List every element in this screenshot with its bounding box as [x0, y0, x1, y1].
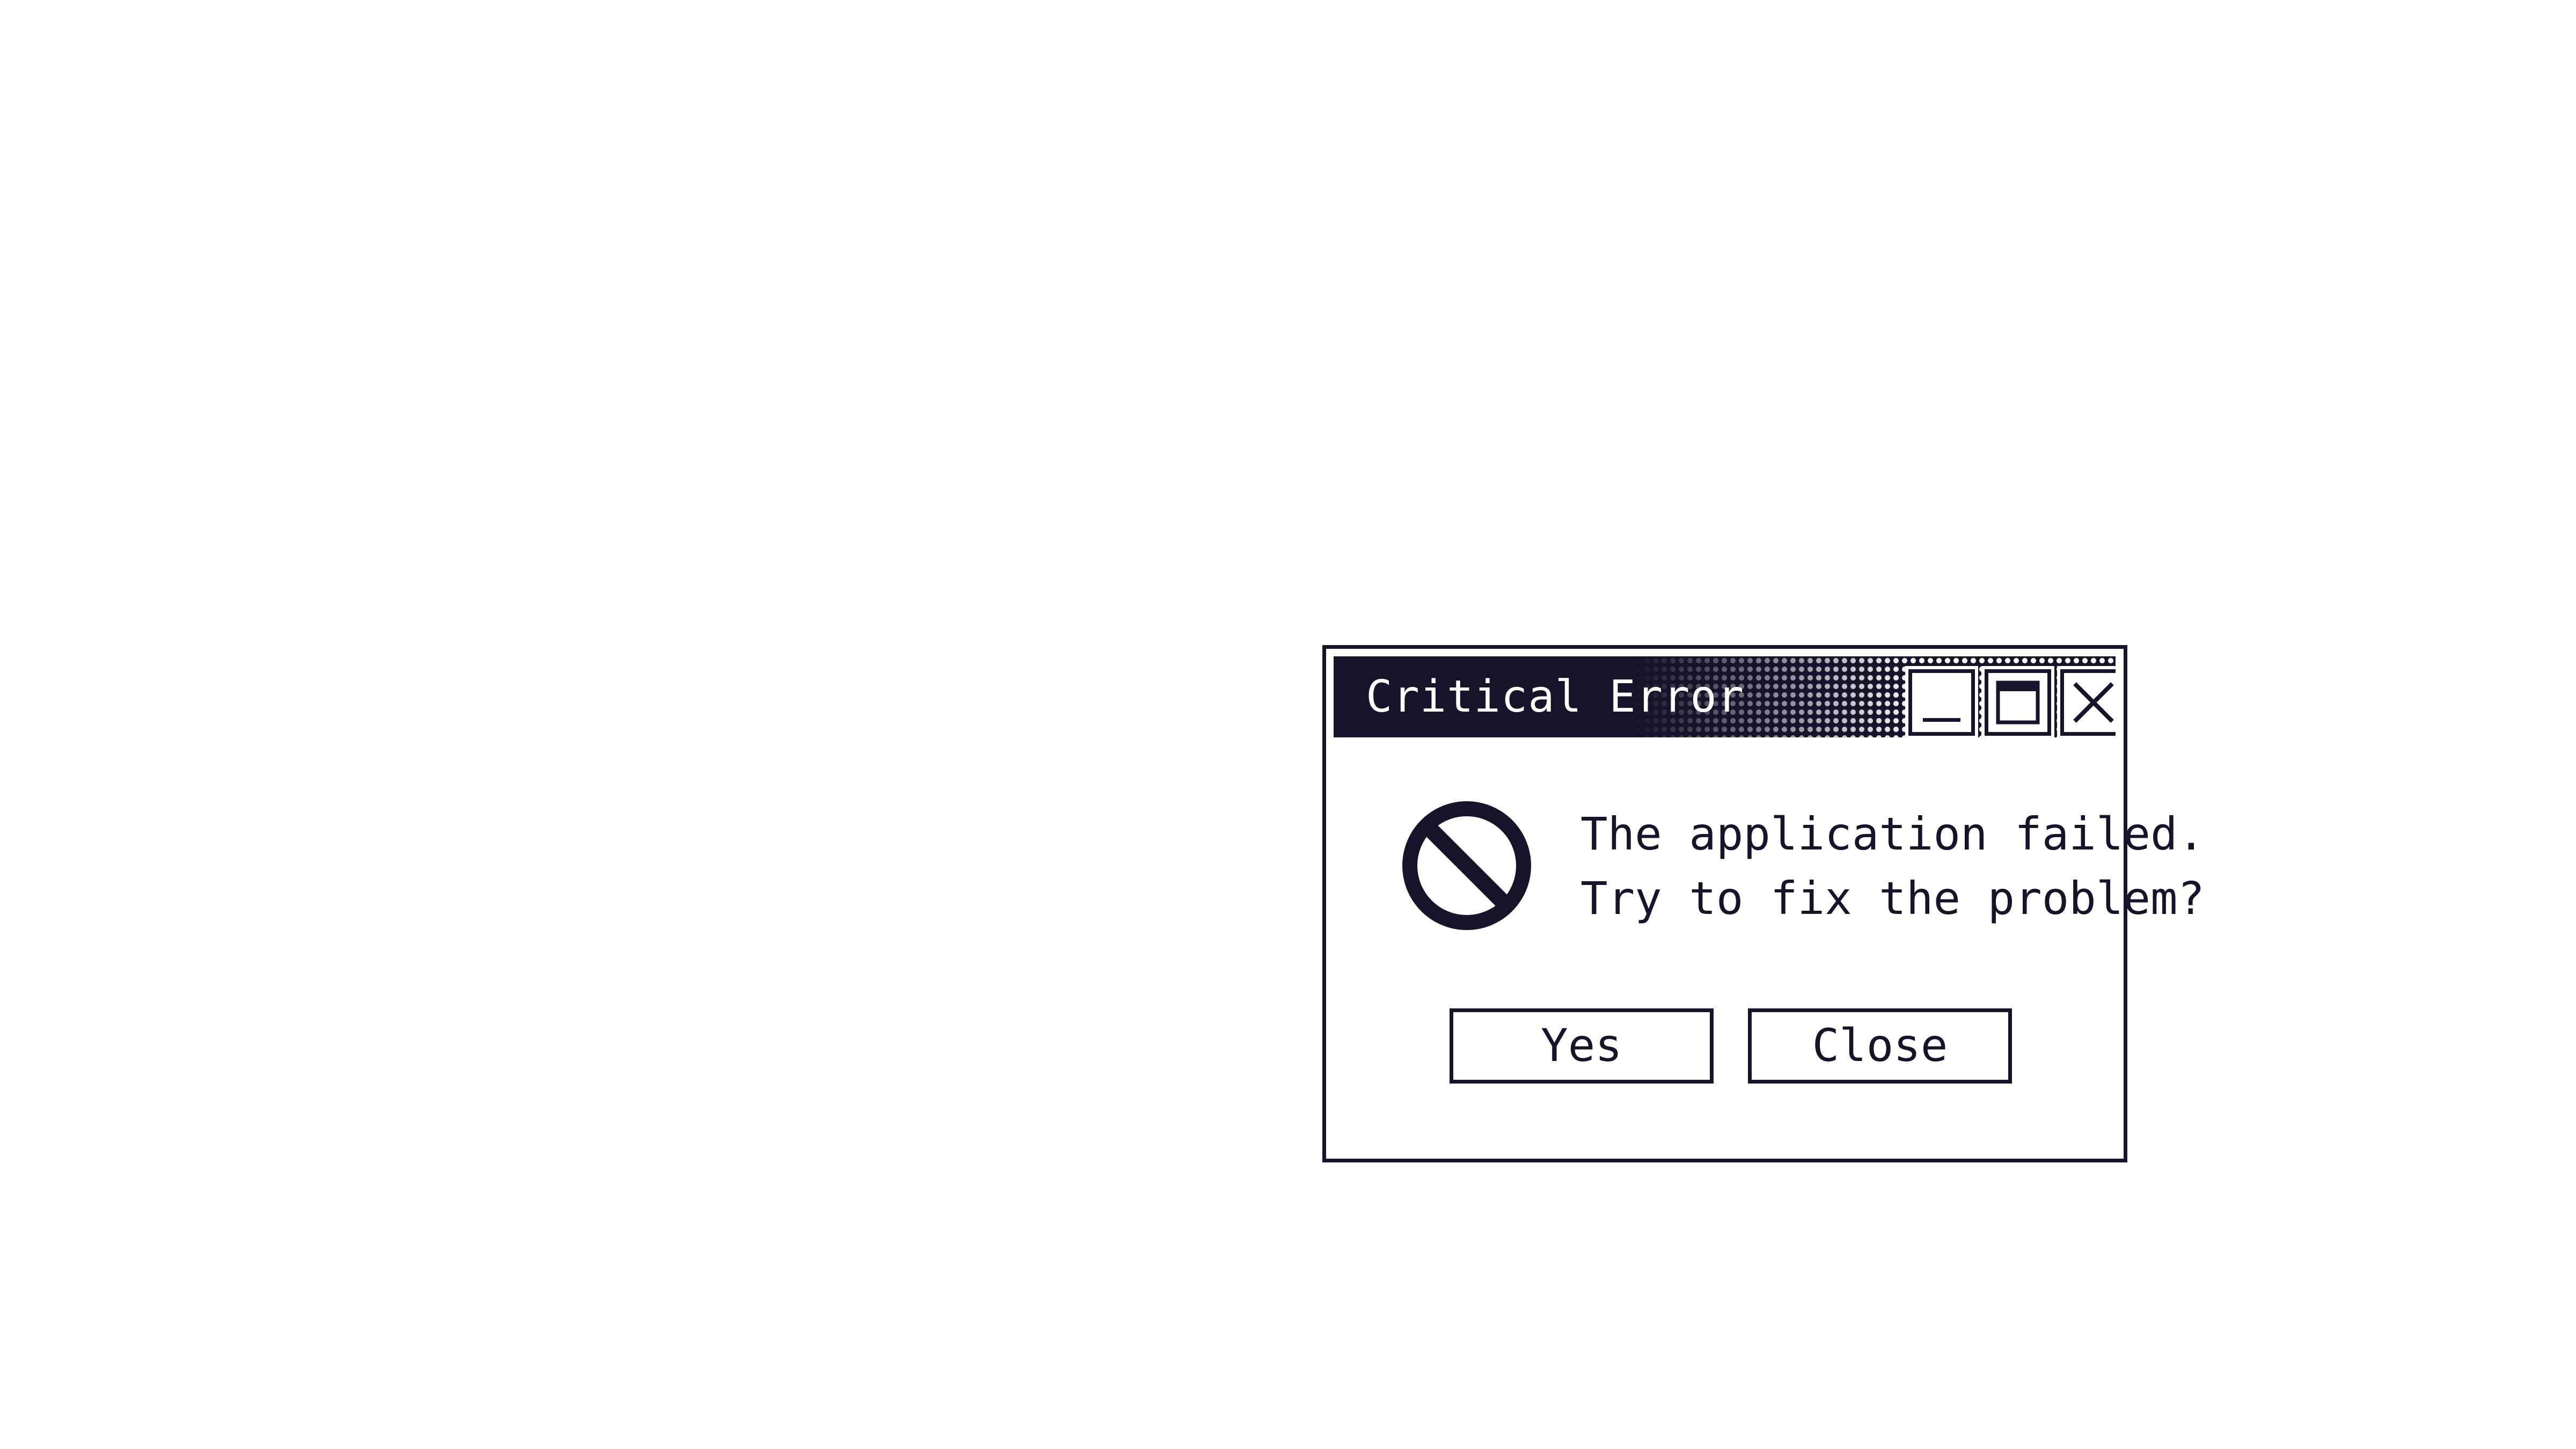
close-button[interactable] [2057, 666, 2116, 737]
error-message-line-2: Try to fix the problem? [1580, 872, 2205, 925]
error-message-line-1: The application failed. [1580, 808, 2205, 860]
yes-button[interactable]: Yes [1450, 1008, 1714, 1084]
minimize-button[interactable] [1905, 666, 1978, 737]
close-dialog-button[interactable]: Close [1748, 1008, 2012, 1084]
desktop-background: Critical Error The application failed. T… [0, 0, 2576, 1449]
maximize-button[interactable] [1981, 666, 2054, 737]
close-icon [2073, 682, 2114, 723]
no-entry-icon [1399, 798, 1534, 933]
maximize-icon [1996, 680, 2040, 724]
dialog-title: Critical Error [1366, 671, 1745, 722]
minimize-icon [1923, 718, 1960, 722]
dialog-title-bar[interactable]: Critical Error [1334, 656, 2116, 737]
critical-error-dialog: Critical Error The application failed. T… [1322, 645, 2205, 1162]
